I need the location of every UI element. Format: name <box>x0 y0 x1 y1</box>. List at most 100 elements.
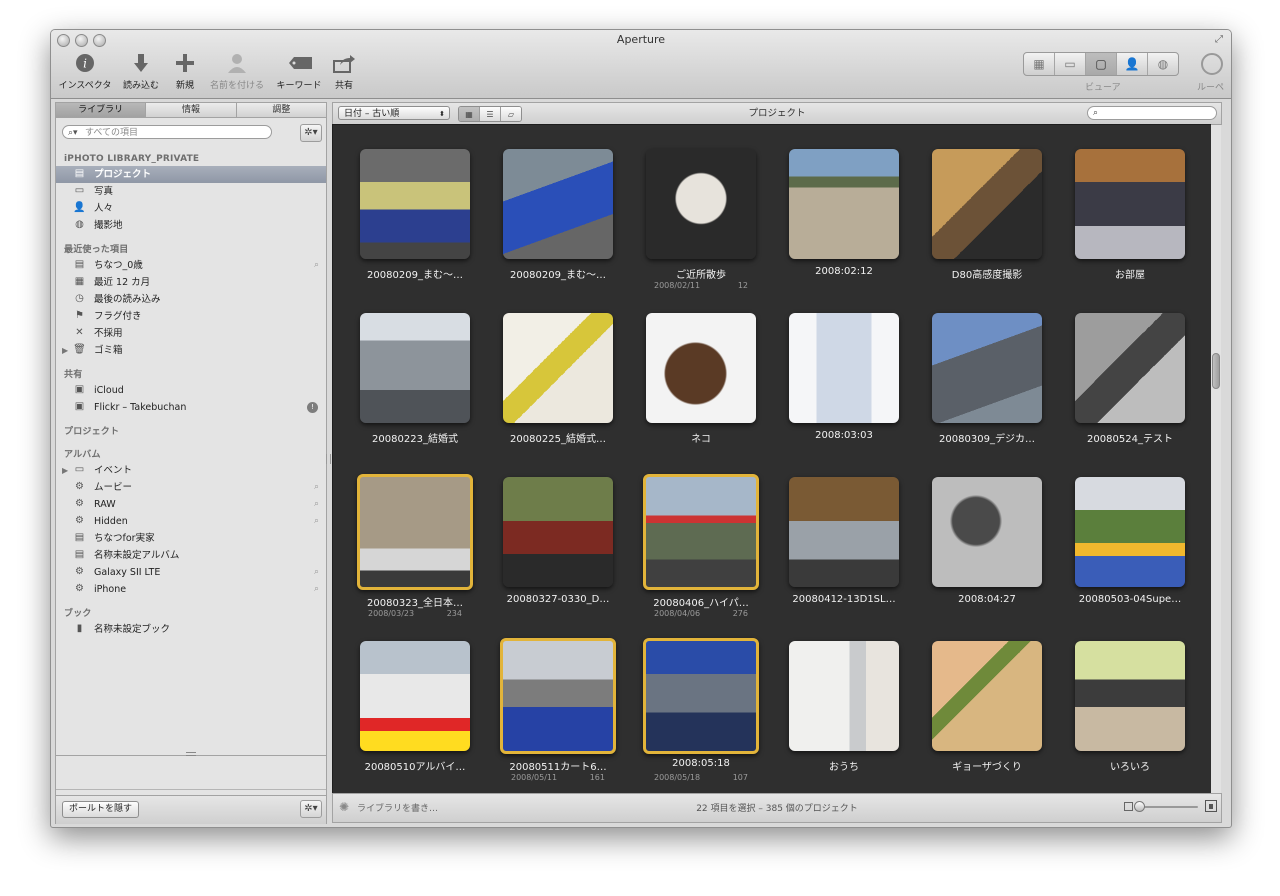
name-faces-button[interactable]: 名前を付ける <box>209 52 265 91</box>
grid-view-icon[interactable]: ▦ <box>459 107 480 121</box>
project-tile[interactable]: いろいろ <box>1065 641 1195 791</box>
project-tile[interactable]: お部屋 <box>1065 149 1195 299</box>
viewer-single-icon[interactable]: ▢ <box>1086 53 1117 75</box>
project-thumbnail[interactable] <box>789 149 899 259</box>
sidebar-item-galaxy[interactable]: ⚙ Galaxy SII LTE ⌕ <box>56 564 326 581</box>
viewer-faces-icon[interactable]: 👤 <box>1117 53 1148 75</box>
project-tile[interactable]: 20080327-0330_D… <box>493 477 623 627</box>
project-thumbnail[interactable] <box>1075 641 1185 751</box>
disclosure-triangle-icon[interactable]: ▶ <box>62 462 68 479</box>
sidebar-item-flickr[interactable]: ▣ Flickr – Takebuchan! <box>56 399 326 416</box>
sidebar-item-events[interactable]: ▶ ▭ イベント <box>56 462 326 479</box>
pane-resize-handle-icon[interactable] <box>326 454 331 464</box>
disclosure-triangle-icon[interactable]: ▶ <box>62 342 68 359</box>
project-tile[interactable]: おうち <box>779 641 909 791</box>
project-thumbnail[interactable] <box>789 477 899 587</box>
tab-library[interactable]: ライブラリ <box>56 103 147 118</box>
sidebar-item-chinatsu-for-home[interactable]: ▤ ちなつfor実家 <box>56 530 326 547</box>
project-thumbnail[interactable] <box>1075 149 1185 259</box>
sidebar-item-iphone[interactable]: ⚙ iPhone ⌕ <box>56 581 326 598</box>
slider-knob[interactable] <box>1134 801 1145 812</box>
sort-select[interactable]: 日付 – 古い順 ⬍ <box>338 106 450 120</box>
project-thumbnail[interactable] <box>360 313 470 423</box>
project-tile[interactable]: 20080511カート6… 2008/05/11 161 <box>493 638 623 791</box>
new-button[interactable]: 新規 <box>157 52 213 91</box>
share-button[interactable]: 共有 <box>316 52 372 91</box>
library-action-gear-button[interactable]: ✲▾ <box>300 124 322 142</box>
project-tile[interactable]: 20080524_テスト <box>1065 313 1195 463</box>
project-thumbnail[interactable] <box>932 149 1042 259</box>
project-thumbnail[interactable] <box>932 641 1042 751</box>
sidebar-item-photos[interactable]: ▭ 写真 <box>56 183 326 200</box>
project-tile[interactable]: ギョーザづくり <box>922 641 1052 791</box>
project-tile[interactable]: 20080225_結婚式… <box>493 313 623 463</box>
project-thumbnail[interactable] <box>360 149 470 259</box>
project-tile[interactable]: 20080223_結婚式 <box>350 313 480 463</box>
scrollbar-thumb[interactable] <box>1212 353 1220 389</box>
project-thumbnail[interactable] <box>932 477 1042 587</box>
project-tile[interactable]: 2008:03:03 <box>779 313 909 463</box>
project-thumbnail[interactable] <box>1075 313 1185 423</box>
project-tile[interactable]: 2008:04:27 <box>922 477 1052 627</box>
project-tile[interactable]: 2008:02:12 <box>779 149 909 299</box>
sidebar-item-raw[interactable]: ⚙ RAW ⌕ <box>56 496 326 513</box>
list-view-icon[interactable]: ☰ <box>480 107 501 121</box>
project-thumbnail[interactable] <box>932 313 1042 423</box>
sidebar-item-places[interactable]: ◍ 撮影地 <box>56 217 326 234</box>
project-tile[interactable]: 20080503-04Supe… <box>1065 477 1195 627</box>
sidebar-item-last-import[interactable]: ◷ 最後の読み込み <box>56 291 326 308</box>
sidebar-item-movies[interactable]: ⚙ ムービー ⌕ <box>56 479 326 496</box>
tab-info[interactable]: 情報 <box>146 103 237 118</box>
fullscreen-icon[interactable]: ⤢ <box>1215 34 1223 45</box>
project-thumbnail[interactable] <box>1075 477 1185 587</box>
project-thumbnail[interactable] <box>503 313 613 423</box>
project-thumbnail[interactable] <box>360 641 470 751</box>
sidebar-item-rejected[interactable]: ✕ 不採用 <box>56 325 326 342</box>
sidebar-item-faces[interactable]: 👤 人々 <box>56 200 326 217</box>
project-tile[interactable]: 20080309_デジカ… <box>922 313 1052 463</box>
footer-gear-button[interactable]: ✲▾ <box>300 800 322 818</box>
project-tile[interactable]: 20080406_ハイパ… 2008/04/06 276 <box>636 474 766 627</box>
project-tile[interactable]: 20080323_全日本… 2008/03/23 234 <box>350 474 480 627</box>
project-thumbnail[interactable] <box>503 477 613 587</box>
hide-portal-button[interactable]: ポールトを隠す <box>62 801 140 818</box>
tab-adjust[interactable]: 調整 <box>236 103 326 118</box>
project-tile[interactable]: ご近所散歩 2008/02/11 12 <box>636 149 766 299</box>
sidebar-item-untitled-book[interactable]: ▮ 名称未設定ブック <box>56 621 326 638</box>
project-thumbnail[interactable] <box>646 313 756 423</box>
sidebar-item-last-12-months[interactable]: ▦ 最近 12 カ月 <box>56 274 326 291</box>
sidebar-item-icloud[interactable]: ▣ iCloud <box>56 382 326 399</box>
viewer-places-icon[interactable]: ◍ <box>1148 53 1178 75</box>
project-thumbnail[interactable] <box>357 474 473 590</box>
project-thumbnail[interactable] <box>500 638 616 754</box>
sidebar-item-trash[interactable]: ▶ 🗑 ゴミ箱 <box>56 342 326 359</box>
project-tile[interactable]: D80高感度撮影 <box>922 149 1052 299</box>
project-tile[interactable]: 20080510アルバイ… <box>350 641 480 791</box>
sidebar-item-chinatsu[interactable]: ▤ ちなつ_0歳 ⌕ <box>56 257 326 274</box>
thumbnail-size-slider[interactable] <box>1136 806 1198 808</box>
sync-warning-icon[interactable]: ! <box>307 402 318 413</box>
project-tile[interactable]: 20080209_まむ～… <box>350 149 480 299</box>
project-tile[interactable]: 2008:05:18 2008/05/18 107 <box>636 638 766 791</box>
project-thumbnail[interactable] <box>643 474 759 590</box>
sidebar-item-flagged[interactable]: ⚑ フラグ付き <box>56 308 326 325</box>
project-thumbnail[interactable] <box>503 149 613 259</box>
folder-view-icon[interactable]: ▱ <box>501 107 521 121</box>
vertical-scrollbar[interactable] <box>1211 124 1221 794</box>
library-search-input[interactable]: ⌕▾ すべての項目 <box>62 125 272 139</box>
project-tile[interactable]: 20080209_まむ～… <box>493 149 623 299</box>
project-thumbnail[interactable] <box>646 149 756 259</box>
project-tile[interactable]: ネコ <box>636 313 766 463</box>
project-tile[interactable]: 20080412-13D1SL… <box>779 477 909 627</box>
project-thumbnail[interactable] <box>789 313 899 423</box>
sidebar-item-hidden[interactable]: ⚙ Hidden ⌕ <box>56 513 326 530</box>
viewer-split-icon[interactable]: ▭ <box>1055 53 1086 75</box>
splitter-handle-icon[interactable] <box>186 752 196 756</box>
project-thumbnail[interactable] <box>643 638 759 754</box>
browser-search-input[interactable]: ⌕ <box>1087 106 1217 120</box>
sidebar-item-projects[interactable]: ▤ プロジェクト <box>56 166 326 183</box>
inspector-button[interactable]: i インスペクタ <box>57 52 113 91</box>
project-thumbnail[interactable] <box>789 641 899 751</box>
loupe-icon[interactable] <box>1201 53 1223 75</box>
sidebar-item-untitled-album[interactable]: ▤ 名称未設定アルバム <box>56 547 326 564</box>
